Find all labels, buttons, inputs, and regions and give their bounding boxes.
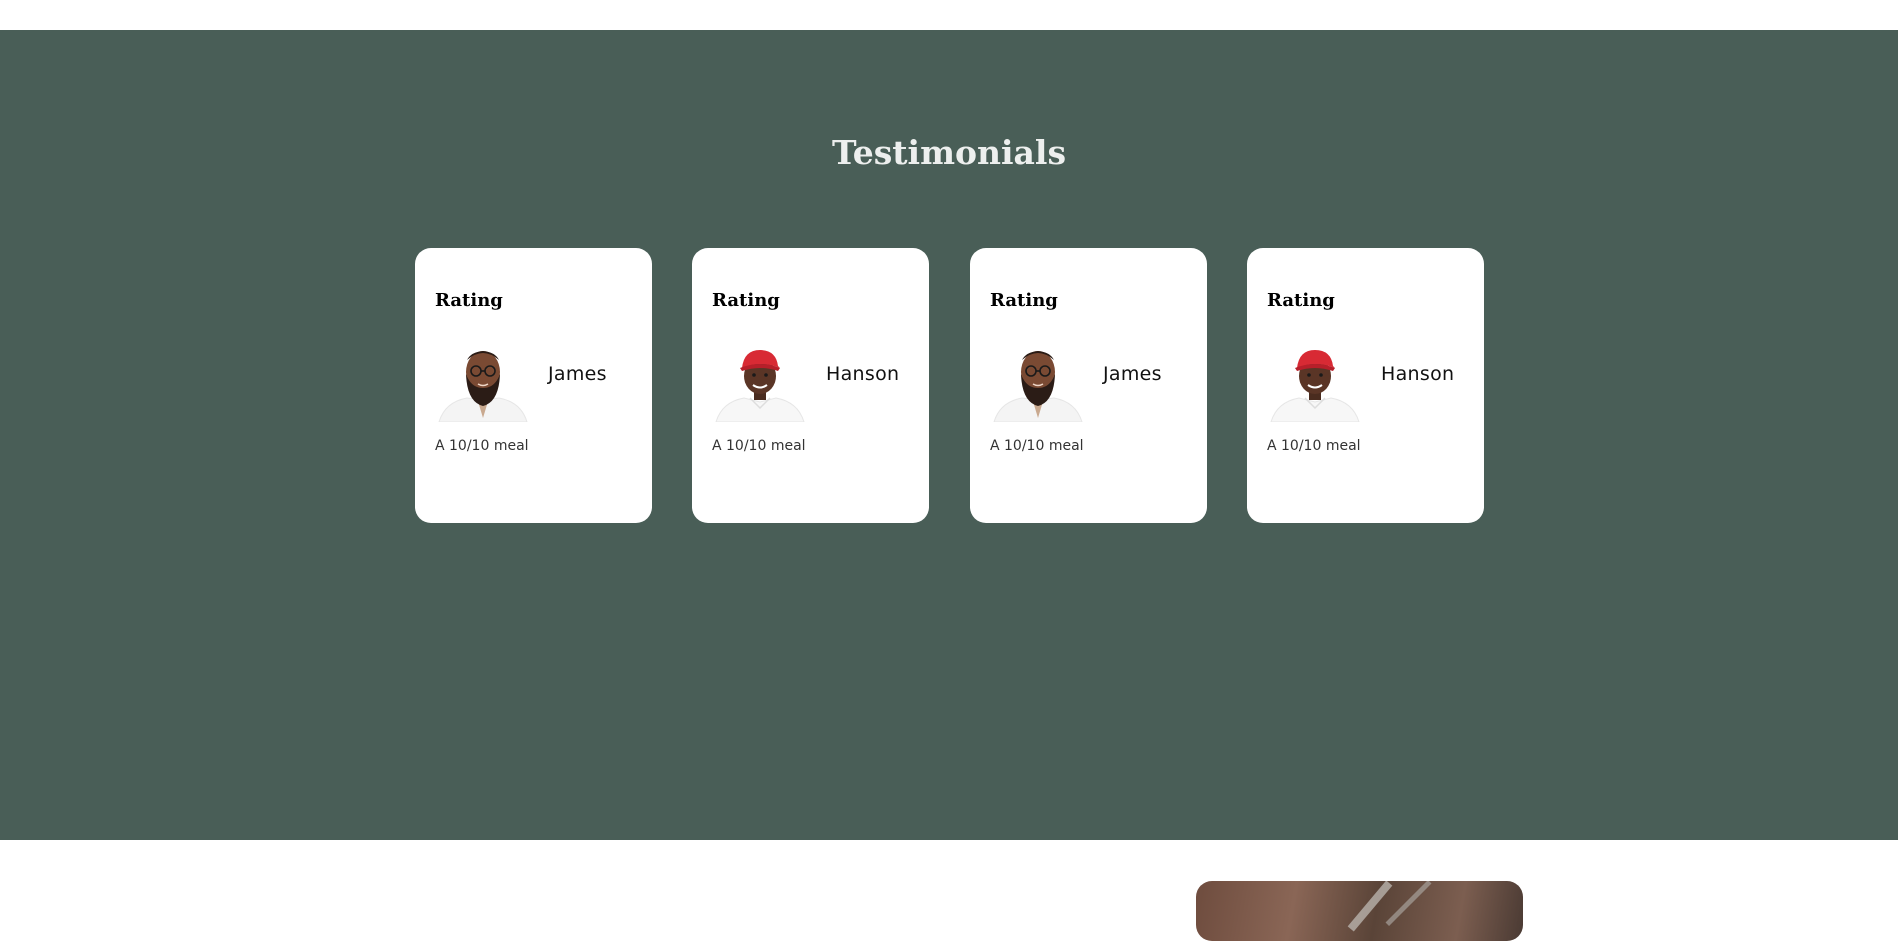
testimonial-card: Rating James A 10/10 meal [970,248,1207,523]
ceiling-beam [1385,881,1432,926]
ceiling-beam [1347,881,1393,932]
bottom-section [0,840,1898,917]
card-review-text: A 10/10 meal [1267,438,1361,454]
testimonials-section: Testimonials Rating James A 10/10 meal R… [0,30,1898,840]
red-cap-man-avatar [714,344,806,422]
bearded-man-avatar [437,344,529,422]
card-review-text: A 10/10 meal [712,438,806,454]
top-strip [0,0,1898,30]
card-review-text: A 10/10 meal [990,438,1084,454]
section-title: Testimonials [831,133,1067,172]
testimonial-card: Rating Hanson A 10/10 meal [692,248,929,523]
card-rating-label: Rating [990,290,1058,311]
card-customer-name: James [548,363,607,385]
testimonial-card: Rating Hanson A 10/10 meal [1247,248,1484,523]
card-rating-label: Rating [1267,290,1335,311]
bearded-man-avatar [992,344,1084,422]
card-customer-name: James [1103,363,1162,385]
testimonial-card: Rating James A 10/10 meal [415,248,652,523]
card-customer-name: Hanson [1381,363,1455,385]
card-rating-label: Rating [435,290,503,311]
card-rating-label: Rating [712,290,780,311]
red-cap-man-avatar [1269,344,1361,422]
card-review-text: A 10/10 meal [435,438,529,454]
restaurant-photo [1196,881,1523,941]
card-customer-name: Hanson [826,363,900,385]
